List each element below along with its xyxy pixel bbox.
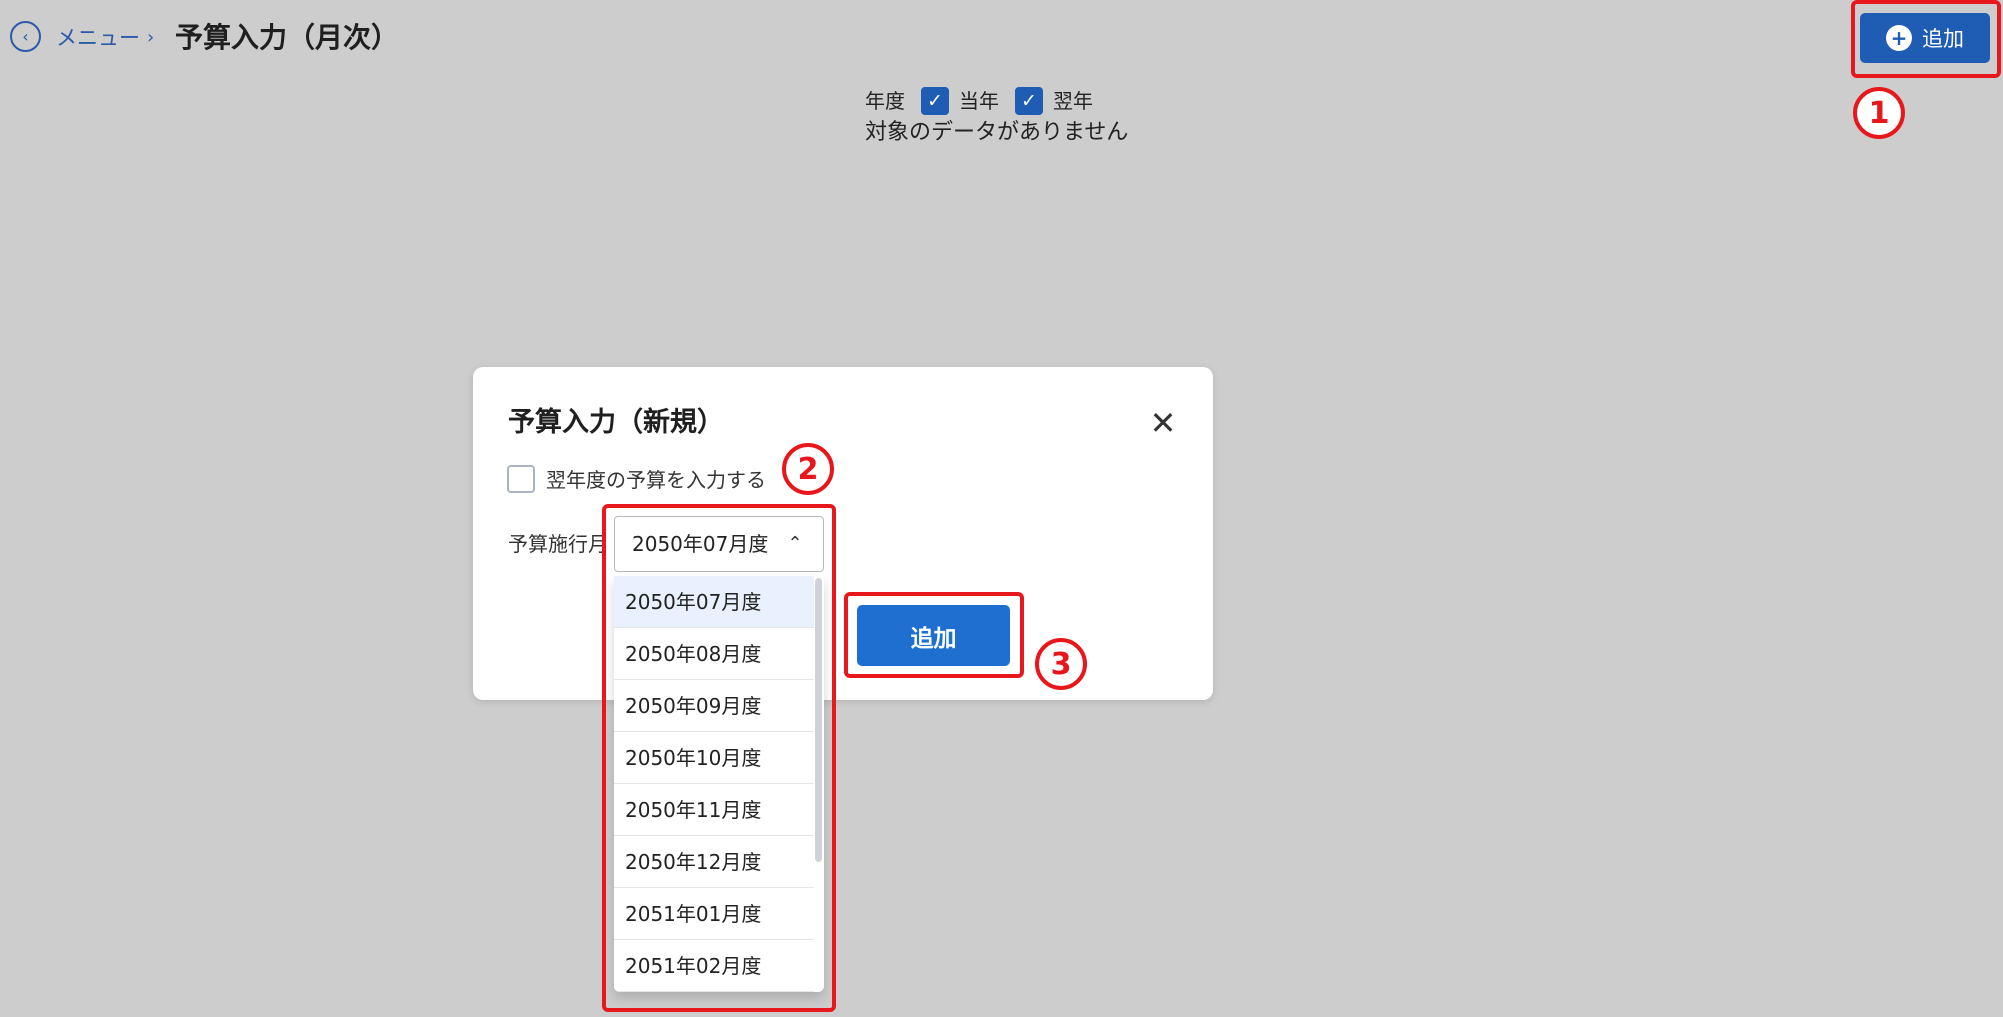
next-year-checkbox[interactable]: ✓ bbox=[1015, 87, 1043, 115]
close-icon[interactable]: ✕ bbox=[1148, 405, 1178, 441]
next-year-label: 翌年 bbox=[1053, 89, 1093, 113]
breadcrumb-menu-link[interactable]: メニュー bbox=[56, 23, 140, 53]
page-title: 予算入力（月次） bbox=[175, 21, 400, 54]
step-number-1: 1 bbox=[1853, 87, 1905, 139]
next-year-budget-label: 翌年度の予算を入力する bbox=[546, 468, 766, 492]
back-icon[interactable]: ‹ bbox=[10, 21, 41, 52]
highlight-box-step-1 bbox=[1851, 0, 2001, 78]
next-year-budget-checkbox[interactable] bbox=[507, 465, 535, 493]
highlight-box-step-3 bbox=[844, 592, 1024, 678]
current-year-checkbox[interactable]: ✓ bbox=[921, 87, 949, 115]
breadcrumb-separator-icon: › bbox=[147, 27, 155, 48]
step-number-2: 2 bbox=[782, 443, 834, 495]
no-data-message: 対象のデータがありません bbox=[865, 120, 1129, 145]
effective-month-label: 予算施行月 bbox=[508, 532, 608, 556]
highlight-box-step-2 bbox=[602, 504, 836, 1012]
dialog-title: 予算入力（新規） bbox=[508, 407, 724, 438]
current-year-label: 当年 bbox=[959, 89, 999, 113]
step-number-3: 3 bbox=[1035, 638, 1087, 690]
fiscal-year-label: 年度 bbox=[865, 89, 905, 113]
